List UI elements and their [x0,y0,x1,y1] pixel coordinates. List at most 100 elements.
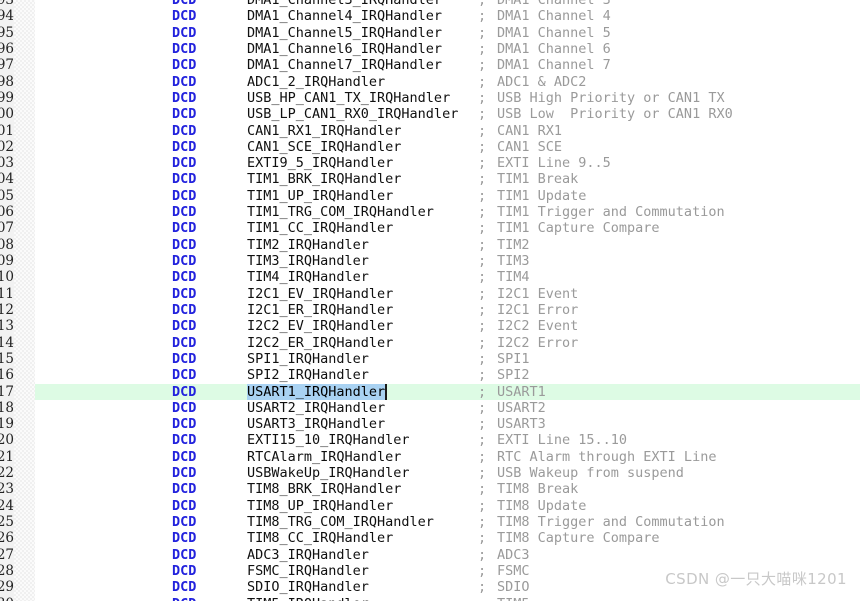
code-line[interactable]: 10 DCD TIM4_IRQHandler; TIM4 [0,269,860,285]
code-line[interactable]: 17 DCD USART1_IRQHandler; USART1 [0,383,860,400]
current-line-highlight [35,335,860,351]
line-number: 10 [0,269,14,286]
comment-text: RTC Alarm through EXTI Line [497,448,717,465]
irq-handler-symbol[interactable]: TIM8_BRK_IRQHandler [247,481,401,497]
irq-handler-symbol[interactable]: DMA1_Channel7_IRQHandler [247,57,442,73]
irq-handler-symbol[interactable]: SPI1_IRQHandler [247,351,369,367]
code-line[interactable]: 26 DCD TIM8_CC_IRQHandler; TIM8 Capture Com… [0,530,860,546]
comment-marker: ; [478,546,487,563]
code-line[interactable]: 05 DCD TIM1_UP_IRQHandler; TIM1 Update [0,188,860,204]
code-line[interactable]: 94 DCD DMA1_Channel4_IRQHandler; DMA1 Chann… [0,8,860,24]
comment-text: USB Low Priority or CAN1 RX0 [497,106,733,123]
irq-handler-symbol[interactable]: DMA1_Channel5_IRQHandler [247,25,442,41]
line-number: 04 [0,171,14,188]
irq-handler-symbol[interactable]: USART1_IRQHandler [247,383,388,400]
irq-handler-symbol[interactable]: TIM1_CC_IRQHandler [247,220,393,236]
comment-marker: ; [478,367,487,384]
code-line[interactable]: 04 DCD TIM1_BRK_IRQHandler; TIM1 Break [0,171,860,187]
code-line[interactable]: 15 DCD SPI1_IRQHandler; SPI1 [0,351,860,367]
line-number: 06 [0,204,14,221]
code-line[interactable]: 01 DCD CAN1_RX1_IRQHandler; CAN1 RX1 [0,123,860,139]
irq-handler-symbol[interactable]: I2C2_ER_IRQHandler [247,335,393,351]
current-line-highlight [35,139,860,155]
current-line-highlight [35,220,860,236]
irq-handler-symbol[interactable]: RTCAlarm_IRQHandler [247,449,401,465]
irq-handler-symbol[interactable]: DMA1_Channel6_IRQHandler [247,41,442,57]
code-line[interactable]: 12 DCD I2C1_ER_IRQHandler; I2C1 Error [0,302,860,318]
irq-handler-symbol[interactable]: USB_LP_CAN1_RX0_IRQHandler [247,106,458,122]
irq-handler-symbol[interactable]: DMA1_Channel3_IRQHandler [247,0,442,8]
code-line[interactable]: 95 DCD DMA1_Channel5_IRQHandler; DMA1 Chann… [0,25,860,41]
irq-handler-symbol[interactable]: I2C1_ER_IRQHandler [247,302,393,318]
code-line[interactable]: 28 DCD FSMC_IRQHandler; FSMC [0,563,860,579]
code-line[interactable]: 02 DCD CAN1_SCE_IRQHandler; CAN1 SCE [0,139,860,155]
comment-text: TIM8 Capture Compare [497,530,660,547]
irq-handler-symbol[interactable]: USBWakeUp_IRQHandler [247,465,410,481]
code-line[interactable]: 96 DCD DMA1_Channel6_IRQHandler; DMA1 Chann… [0,41,860,57]
code-line[interactable]: 21 DCD RTCAlarm_IRQHandler; RTC Alarm throu… [0,449,860,465]
irq-handler-symbol[interactable]: CAN1_SCE_IRQHandler [247,139,401,155]
irq-handler-symbol[interactable]: EXTI15_10_IRQHandler [247,432,410,448]
irq-handler-symbol[interactable]: EXTI9_5_IRQHandler [247,155,393,171]
code-line[interactable]: 25 DCD TIM8_TRG_COM_IRQHandler; TIM8 Trigge… [0,514,860,530]
comment-marker: ; [478,138,487,155]
irq-handler-symbol[interactable]: TIM5_IRQHandler [247,596,369,601]
code-line[interactable]: 13 DCD I2C2_EV_IRQHandler; I2C2 Event [0,318,860,334]
irq-handler-symbol[interactable]: TIM8_UP_IRQHandler [247,498,393,514]
code-line[interactable]: 93 DCD DMA1_Channel3_IRQHandler; DMA1 Chann… [0,0,860,8]
comment-text: TIM8 Trigger and Commutation [497,514,725,530]
comment-text: TIM1 Break [497,171,579,188]
irq-handler-symbol[interactable]: SPI2_IRQHandler [247,367,369,383]
irq-handler-symbol[interactable]: FSMC_IRQHandler [247,563,369,579]
irq-handler-symbol[interactable]: TIM2_IRQHandler [247,237,369,253]
irq-handler-symbol[interactable]: ADC3_IRQHandler [247,547,369,563]
irq-handler-symbol[interactable]: TIM1_BRK_IRQHandler [247,171,401,187]
code-line[interactable]: 99 DCD USB_HP_CAN1_TX_IRQHandler; USB High … [0,90,860,106]
irq-handler-symbol[interactable]: TIM8_TRG_COM_IRQHandler [247,514,434,530]
selected-text[interactable]: USART1_IRQHandler [247,383,388,400]
irq-handler-symbol[interactable]: DMA1_Channel4_IRQHandler [247,8,442,24]
comment-text: DMA1 Channel 3 [497,0,611,8]
irq-handler-symbol[interactable]: ADC1_2_IRQHandler [247,74,385,90]
code-line[interactable]: 07 DCD TIM1_CC_IRQHandler; TIM1 Capture Com… [0,220,860,236]
code-line[interactable]: 23 DCD TIM8_BRK_IRQHandler; TIM8 Break [0,481,860,497]
irq-handler-symbol[interactable]: TIM4_IRQHandler [247,269,369,285]
code-editor-pane[interactable]: 93 DCD DMA1_Channel3_IRQHandler; DMA1 Chann… [0,0,860,601]
code-line[interactable]: 16 DCD SPI2_IRQHandler; SPI2 [0,367,860,383]
dcd-directive-keyword: DCD [172,8,197,25]
code-line[interactable]: 20 DCD EXTI15_10_IRQHandler; EXTI Line 15..… [0,432,860,448]
code-line[interactable]: 00 DCD USB_LP_CAN1_RX0_IRQHandler; USB Low … [0,106,860,122]
code-line[interactable]: 97 DCD DMA1_Channel7_IRQHandler; DMA1 Chann… [0,57,860,73]
irq-handler-symbol[interactable]: CAN1_RX1_IRQHandler [247,123,401,139]
code-text-surface[interactable]: 93 DCD DMA1_Channel3_IRQHandler; DMA1 Chann… [0,0,860,601]
comment-text: USART1 [497,383,546,400]
irq-handler-symbol[interactable]: USART2_IRQHandler [247,400,385,416]
code-line[interactable]: 18 DCD USART2_IRQHandler; USART2 [0,400,860,416]
code-line[interactable]: 11 DCD I2C1_EV_IRQHandler; I2C1 Event [0,286,860,302]
line-number: 98 [0,73,14,90]
code-line[interactable]: 09 DCD TIM3_IRQHandler; TIM3 [0,253,860,269]
code-line[interactable]: 06 DCD TIM1_TRG_COM_IRQHandler; TIM1 Trigge… [0,204,860,220]
irq-handler-symbol[interactable]: USART3_IRQHandler [247,416,385,432]
code-line[interactable]: 22 DCD USBWakeUp_IRQHandler; USB Wakeup fro… [0,465,860,481]
code-line[interactable]: 27 DCD ADC3_IRQHandler; ADC3 [0,547,860,563]
comment-marker: ; [478,8,487,25]
code-line[interactable]: 19 DCD USART3_IRQHandler; USART3 [0,416,860,432]
code-line[interactable]: 29 DCD SDIO_IRQHandler; SDIO [0,579,860,595]
irq-handler-symbol[interactable]: TIM1_TRG_COM_IRQHandler [247,204,434,220]
irq-handler-symbol[interactable]: I2C2_EV_IRQHandler [247,318,393,334]
code-line[interactable]: 98 DCD ADC1_2_IRQHandler; ADC1 & ADC2 [0,74,860,90]
irq-handler-symbol[interactable]: TIM3_IRQHandler [247,253,369,269]
irq-handler-symbol[interactable]: TIM1_UP_IRQHandler [247,188,393,204]
code-line[interactable]: 30 DCD TIM5_IRQHandler; TIM5 [0,596,860,601]
irq-handler-symbol[interactable]: USB_HP_CAN1_TX_IRQHandler [247,90,450,106]
comment-marker: ; [478,57,487,74]
code-line[interactable]: 14 DCD I2C2_ER_IRQHandler; I2C2 Error [0,335,860,351]
code-line[interactable]: 24 DCD TIM8_UP_IRQHandler; TIM8 Update [0,498,860,514]
irq-handler-symbol[interactable]: SDIO_IRQHandler [247,579,369,595]
code-line[interactable]: 03 DCD EXTI9_5_IRQHandler; EXTI Line 9..5 [0,155,860,171]
irq-handler-symbol[interactable]: TIM8_CC_IRQHandler [247,530,393,546]
code-line[interactable]: 08 DCD TIM2_IRQHandler; TIM2 [0,237,860,253]
comment-marker: ; [478,350,487,367]
irq-handler-symbol[interactable]: I2C1_EV_IRQHandler [247,286,393,302]
